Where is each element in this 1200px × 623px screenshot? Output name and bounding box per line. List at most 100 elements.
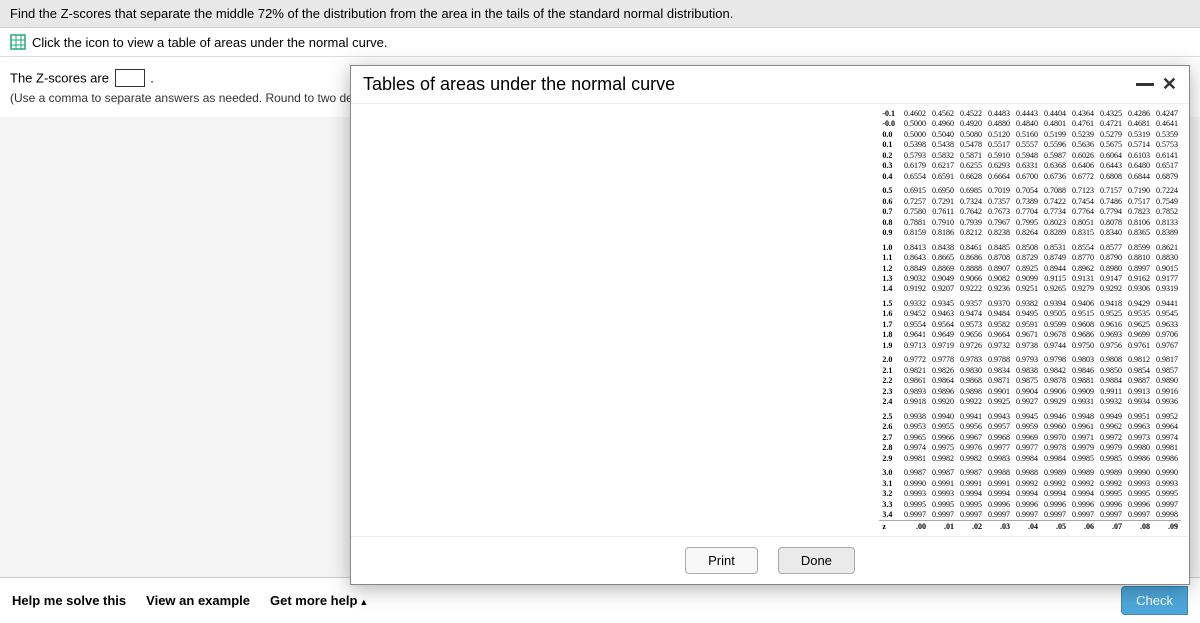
z-cell: 0.9993 [1153,478,1181,488]
z-row-label: 3.0 [879,468,901,478]
z-cell: 0.9978 [1041,443,1069,453]
z-cell: 0.9564 [929,319,957,329]
instruction-row: Click the icon to view a table of areas … [0,28,1200,57]
z-cell: 0.7939 [957,217,985,227]
z-cell: 0.9997 [957,509,985,520]
z-cell: 0.9236 [985,284,1013,294]
z-cell: 0.4286 [1125,108,1153,118]
z-cell: 0.5438 [929,139,957,149]
z-cell: 0.9949 [1097,411,1125,421]
table-link[interactable]: Click the icon to view a table of areas … [32,35,388,50]
close-icon[interactable]: ✕ [1162,74,1177,95]
z-cell: 0.9948 [1069,411,1097,421]
check-button[interactable]: Check [1121,586,1188,615]
z-cell: 0.9994 [985,488,1013,498]
table-row: 3.40.99970.99970.99970.99970.99970.99970… [879,509,1181,520]
z-cell: 0.5359 [1153,129,1181,139]
z-cell: 0.7549 [1153,196,1181,206]
z-cell: 0.9972 [1097,432,1125,442]
table-row: 0.70.75800.76110.76420.76730.77040.77340… [879,206,1181,216]
table-row: 2.90.99810.99820.99820.99830.99840.99840… [879,453,1181,463]
z-cell: 0.4761 [1069,118,1097,128]
z-row-label: -0.0 [879,118,901,128]
z-cell: 0.9995 [929,499,957,509]
z-cell: 0.9951 [1125,411,1153,421]
z-cell: 0.9177 [1153,273,1181,283]
z-cell: 0.9995 [957,499,985,509]
chevron-down-icon: ▲ [359,597,368,607]
z-cell: 0.6985 [957,185,985,195]
z-cell: 0.9965 [901,432,929,442]
z-cell: 0.9992 [1041,478,1069,488]
z-cell: 0.8665 [929,252,957,262]
print-button[interactable]: Print [685,547,758,574]
z-row-label: 2.1 [879,365,901,375]
z-cell: 0.9987 [929,468,957,478]
z-cell: 0.9941 [957,411,985,421]
z-cell: 0.9744 [1041,340,1069,350]
z-cell: 0.8980 [1097,263,1125,273]
z-cell: 0.9918 [901,397,929,407]
z-cell: 0.9992 [1097,478,1125,488]
done-button[interactable]: Done [778,547,855,574]
help-link[interactable]: Help me solve this [12,593,126,608]
question-text: Find the Z-scores that separate the midd… [0,0,1200,28]
z-cell: 0.9995 [1125,488,1153,498]
z-cell: 0.9633 [1153,319,1181,329]
z-cell: 0.9495 [1013,309,1041,319]
z-cell: 0.9441 [1153,298,1181,308]
z-cell: 0.9985 [1069,453,1097,463]
z-cell: 0.9015 [1153,263,1181,273]
z-row-label: 3.1 [879,478,901,488]
z-cell: 0.9099 [1013,273,1041,283]
table-row: 2.30.98930.98960.98980.99010.99040.99060… [879,386,1181,396]
z-cell: 0.6217 [929,160,957,170]
z-cell: 0.9996 [1013,499,1041,509]
answer-prefix: The Z-scores are [10,71,113,86]
z-cell: 0.8849 [901,263,929,273]
z-row-label: 3.2 [879,488,901,498]
z-cell: 0.9719 [929,340,957,350]
z-cell: 0.4443 [1013,108,1041,118]
z-row-label: 0.4 [879,171,901,181]
z-cell: 0.9656 [957,330,985,340]
minimize-icon[interactable] [1136,83,1154,86]
z-cell: 0.5832 [929,150,957,160]
z-cell: 0.9896 [929,386,957,396]
z-cell: 0.9989 [1097,468,1125,478]
z-cell: 0.7704 [1013,206,1041,216]
example-link[interactable]: View an example [146,593,250,608]
table-row: 1.10.86430.86650.86860.87080.87290.87490… [879,252,1181,262]
z-cell: 0.9854 [1125,365,1153,375]
more-help-link[interactable]: Get more help▲ [270,593,368,608]
z-cell: 0.9988 [1013,468,1041,478]
z-cell: 0.9251 [1013,284,1041,294]
z-row-label: 1.3 [879,273,901,283]
z-cell: 0.5279 [1097,129,1125,139]
z-cell: 0.9686 [1069,330,1097,340]
z-cell: 0.6844 [1125,171,1153,181]
table-icon[interactable] [10,34,26,50]
z-col-header: .01 [929,521,957,532]
modal-body[interactable]: -0.10.46020.45620.45220.44830.44430.4404… [351,104,1189,536]
answer-input[interactable] [115,69,145,87]
z-cell: 0.9960 [1041,422,1069,432]
z-cell: 0.9345 [929,298,957,308]
z-cell: 0.9925 [985,397,1013,407]
z-cell: 0.9927 [1013,397,1041,407]
z-cell: 0.9418 [1097,298,1125,308]
z-cell: 0.9945 [1013,411,1041,421]
z-cell: 0.6591 [929,171,957,181]
z-cell: 0.9963 [1125,422,1153,432]
z-cell: 0.9996 [1097,499,1125,509]
z-cell: 0.9977 [1013,443,1041,453]
z-cell: 0.9973 [1125,432,1153,442]
z-cell: 0.8264 [1013,227,1041,237]
modal-header: Tables of areas under the normal curve ✕ [351,66,1189,104]
z-cell: 0.9871 [985,376,1013,386]
z-cell: 0.9987 [957,468,985,478]
z-cell: 0.7357 [985,196,1013,206]
z-row-label: 1.2 [879,263,901,273]
z-cell: 0.9955 [929,422,957,432]
z-row-label: 0.9 [879,227,901,237]
